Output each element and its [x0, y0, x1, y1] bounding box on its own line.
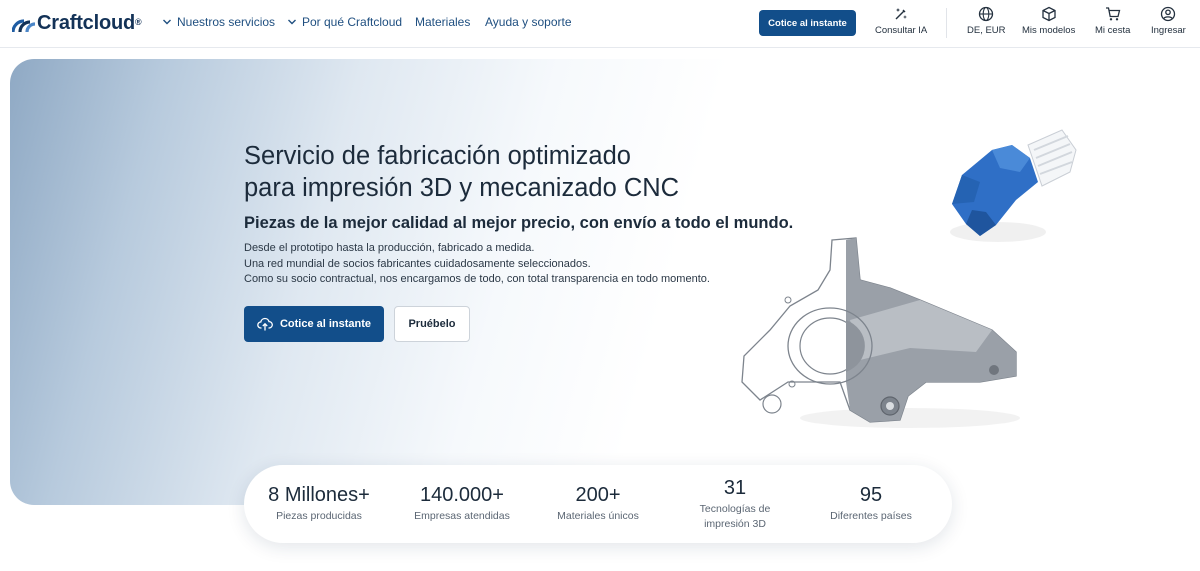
nav-materials-label: Materiales: [415, 15, 471, 29]
logo-mark-icon: [12, 18, 36, 32]
stat-label: Empresas atendidas: [414, 510, 510, 522]
chevron-down-icon: [288, 19, 296, 25]
hero-desc-line-3: Como su socio contractual, nos encargamo…: [244, 273, 710, 286]
hero-subtitle: Piezas de la mejor calidad al mejor prec…: [244, 214, 794, 232]
stat-label: Piezas producidas: [276, 510, 362, 522]
stat-value: 31: [723, 477, 747, 499]
hero-desc-line-1: Desde el prototipo hasta la producción, …: [244, 242, 535, 254]
nav-services[interactable]: Nuestros servicios: [162, 15, 275, 29]
stat-parts: 8 Millones+ Piezas producidas: [254, 484, 384, 524]
stat-countries: 95 Diferentes países: [806, 484, 936, 524]
hero-title-line-2: para impresión 3D y mecanizado CNC: [244, 173, 680, 202]
hero-title: Servicio de fabricación optimizado para …: [244, 141, 764, 204]
stat-materials: 200+ Materiales únicos: [533, 484, 663, 524]
cart-icon: [1105, 7, 1121, 21]
nav-help-label: Ayuda y soporte: [485, 15, 572, 29]
blue-gear-part: [950, 129, 1077, 242]
instant-quote-button[interactable]: Cotice al instante: [244, 306, 384, 342]
try-it-button[interactable]: Pruébelo: [394, 306, 470, 342]
hero-description: Desde el prototipo hasta la producción, …: [244, 241, 710, 288]
top-header: Craftcloud ® Nuestros servicios Por qué …: [0, 0, 1200, 48]
locale-label: DE, EUR: [967, 25, 1006, 36]
cloud-upload-icon: [257, 317, 273, 331]
nav-why-craftcloud[interactable]: Por qué Craftcloud: [287, 15, 402, 29]
stat-value: 8 Millones+: [268, 484, 370, 506]
nav-why-label: Por qué Craftcloud: [302, 15, 403, 29]
ask-ai-label: Consultar IA: [875, 25, 928, 36]
steering-knuckle-part: [741, 237, 1020, 428]
nav-help[interactable]: Ayuda y soporte: [485, 15, 572, 29]
header-divider: [946, 8, 947, 38]
stat-label: Diferentes países: [830, 510, 912, 522]
instant-quote-label: Cotice al instante: [279, 318, 372, 330]
hero-title-line-1: Servicio de fabricación optimizado: [244, 142, 631, 170]
chevron-down-icon: [163, 19, 171, 25]
stats-bar: 8 Millones+ Piezas producidas 140.000+ E…: [244, 465, 952, 543]
craftcloud-logo[interactable]: Craftcloud ®: [12, 12, 142, 35]
nav-materials[interactable]: Materiales: [415, 15, 470, 29]
registered-mark: ®: [135, 16, 142, 27]
ask-ai-button[interactable]: Consultar IA: [875, 6, 927, 36]
stat-value: 140.000+: [420, 484, 504, 506]
stat-companies: 140.000+ Empresas atendidas: [397, 484, 527, 524]
stat-technologies: 31 Tecnologías de impresión 3D: [670, 477, 800, 532]
instant-quote-header-button[interactable]: Cotice al instante: [759, 10, 856, 36]
globe-icon: [979, 6, 994, 22]
cart-button[interactable]: Mi cesta: [1095, 6, 1130, 36]
stat-label: Materiales únicos: [557, 510, 639, 522]
login-label: Ingresar: [1151, 25, 1186, 36]
user-icon: [1161, 6, 1176, 22]
locale-selector[interactable]: DE, EUR: [967, 6, 1006, 36]
nav-services-label: Nuestros servicios: [177, 15, 276, 29]
cube-icon: [1042, 6, 1056, 22]
stat-value: 95: [859, 484, 883, 506]
login-button[interactable]: Ingresar: [1151, 6, 1186, 36]
my-models-label: Mis modelos: [1022, 25, 1076, 36]
cart-label: Mi cesta: [1095, 25, 1131, 36]
hero-desc-line-2: Una red mundial de socios fabricantes cu…: [244, 257, 591, 270]
brand-name: Craftcloud: [37, 12, 136, 34]
stat-label-line-1: Tecnologías de: [699, 503, 771, 515]
ai-sparkle-icon: [895, 8, 908, 20]
my-models-button[interactable]: Mis modelos: [1022, 6, 1075, 36]
stat-label-line-2: impresión 3D: [704, 518, 766, 530]
machined-parts-illustration: [741, 129, 1077, 428]
stat-label: Tecnologías de impresión 3D: [670, 502, 800, 532]
stat-value: 200+: [575, 484, 621, 506]
